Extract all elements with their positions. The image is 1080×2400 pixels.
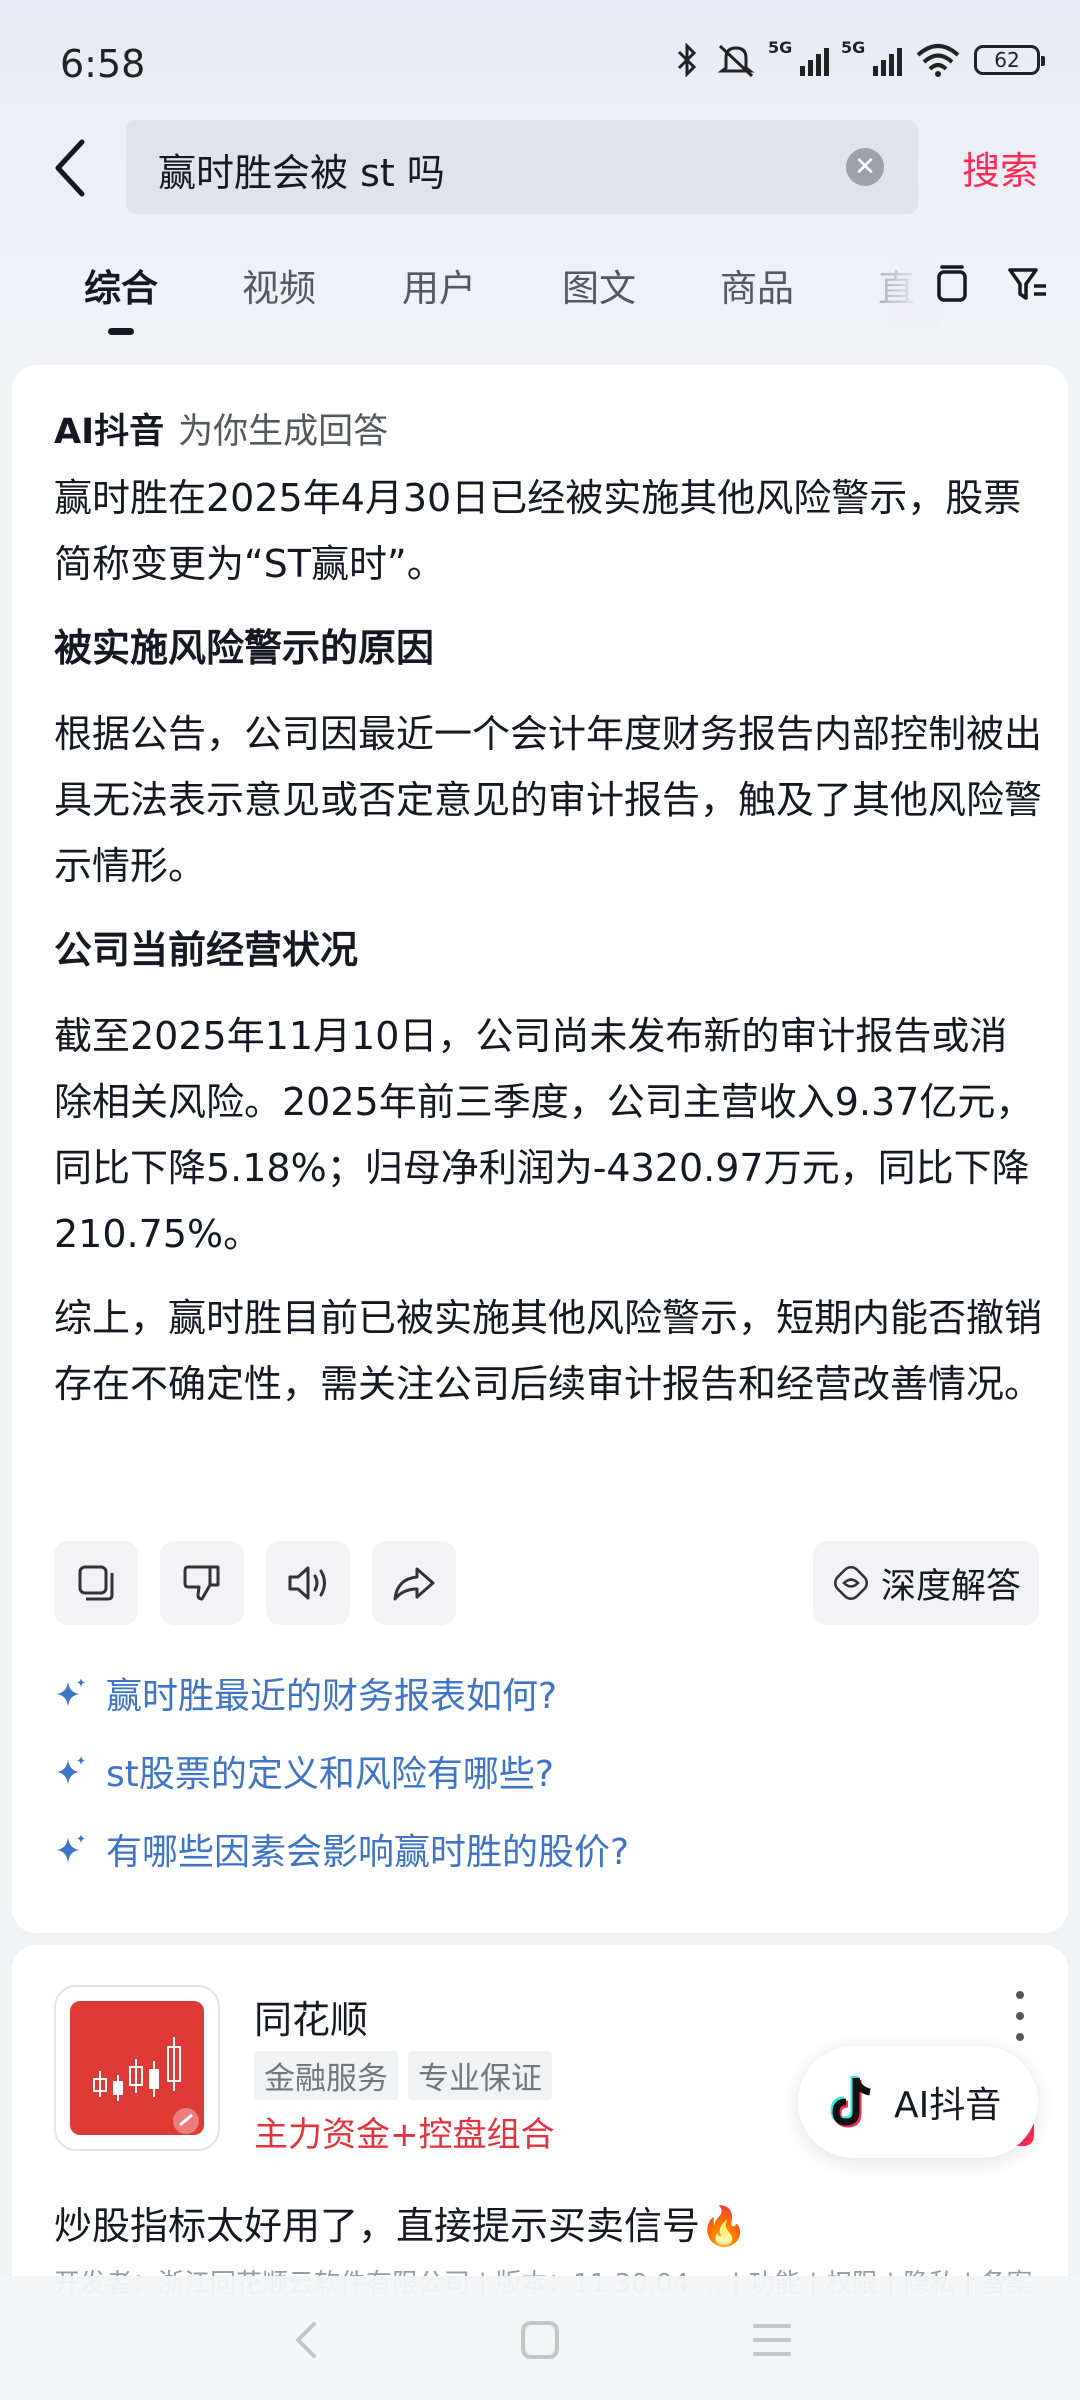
copy-button[interactable] bbox=[54, 1541, 138, 1625]
thumbs-down-icon bbox=[183, 1565, 220, 1601]
ai-answer-header: AI抖音 为你生成回答 bbox=[54, 403, 388, 454]
ai-float-label: AI抖音 bbox=[894, 2085, 1002, 2126]
section-text-status: 截至2025年11月10日，公司尚未发布新的审计报告或消除相关风险。2025年前… bbox=[54, 1014, 1034, 1256]
signal-5g-icon: 5G bbox=[768, 38, 829, 76]
system-nav-bar bbox=[0, 2276, 1080, 2400]
section-heading-reason: 被实施风险警示的原因 bbox=[54, 626, 435, 670]
section-text-reason: 根据公告，公司因最近一个会计年度财务报告内部控制被出具无法表示意见或否定意见的审… bbox=[54, 712, 1043, 888]
active-tab-indicator bbox=[108, 328, 134, 335]
app-description: 炒股指标太好用了，直接提示买卖信号🔥 bbox=[54, 2204, 748, 2248]
tab-products[interactable]: 商品 bbox=[720, 258, 794, 312]
sparkle-icon bbox=[56, 1678, 85, 1707]
tab-fade bbox=[860, 248, 940, 328]
answer-conclusion: 综上，赢时胜目前已被实施其他风险警示，短期内能否撤销存在不确定性，需关注公司后续… bbox=[54, 1296, 1043, 1406]
nav-back-icon[interactable] bbox=[290, 2320, 320, 2360]
status-bar: 6:58 5G 5G 62 bbox=[0, 0, 1080, 120]
read-aloud-button[interactable] bbox=[266, 1541, 350, 1625]
share-button[interactable] bbox=[372, 1541, 456, 1625]
tab-videos[interactable]: 视频 bbox=[242, 258, 316, 312]
speaker-icon bbox=[288, 1566, 326, 1600]
status-time: 6:58 bbox=[60, 42, 146, 86]
suggestion-item[interactable]: st股票的定义和风险有哪些? bbox=[54, 1745, 1034, 1797]
suggestion-text: st股票的定义和风险有哪些? bbox=[106, 1754, 554, 1795]
ai-answer-body: 赢时胜在2025年4月30日已经被实施其他风险警示，股票简称变更为“ST赢时”。… bbox=[54, 465, 1044, 1435]
signal-5g-icon-2: 5G bbox=[841, 38, 902, 76]
search-button[interactable]: 搜索 bbox=[962, 140, 1038, 195]
bluetooth-icon bbox=[677, 43, 697, 77]
search-tabs: 综合 视频 用户 图文 商品 直 bbox=[0, 248, 1080, 348]
ai-brand-label: AI抖音 bbox=[54, 412, 165, 452]
suggestion-item[interactable]: 有哪些因素会影响赢时胜的股价? bbox=[54, 1823, 1034, 1875]
more-options-icon[interactable] bbox=[1016, 1991, 1028, 2041]
app-tags: 金融服务 专业保证 bbox=[254, 2051, 552, 2100]
sparkle-icon bbox=[56, 1756, 85, 1785]
suggestion-text: 赢时胜最近的财务报表如何? bbox=[106, 1676, 558, 1717]
tab-users[interactable]: 用户 bbox=[402, 258, 476, 312]
back-arrow-icon[interactable] bbox=[48, 136, 92, 200]
answer-actions: 深度解答 bbox=[54, 1541, 1039, 1625]
layout-toggle-icon[interactable] bbox=[930, 262, 974, 306]
tab-image-text[interactable]: 图文 bbox=[562, 258, 636, 312]
douyin-logo-icon bbox=[830, 2076, 871, 2128]
tab-comprehensive[interactable]: 综合 bbox=[84, 258, 158, 312]
ai-answer-card: AI抖音 为你生成回答 赢时胜在2025年4月30日已经被实施其他风险警示，股票简… bbox=[12, 365, 1068, 1933]
candlestick-chart-icon bbox=[70, 2001, 204, 2135]
sparkle-icon bbox=[56, 1834, 85, 1863]
app-promo-text: 主力资金+控盘组合 bbox=[254, 2115, 555, 2155]
copy-icon bbox=[78, 1565, 114, 1601]
app-icon[interactable] bbox=[54, 1985, 220, 2151]
app-name: 同花顺 bbox=[254, 1998, 369, 2042]
nav-menu-icon[interactable] bbox=[752, 2320, 792, 2360]
battery-icon: 62 bbox=[974, 45, 1045, 75]
search-input[interactable]: 赢时胜会被 st 吗 ✕ bbox=[126, 120, 918, 214]
suggestion-text: 有哪些因素会影响赢时胜的股价? bbox=[106, 1832, 630, 1873]
clear-search-icon[interactable]: ✕ bbox=[846, 148, 884, 186]
ai-subtitle: 为你生成回答 bbox=[178, 412, 389, 452]
deep-answer-label: 深度解答 bbox=[880, 1566, 1021, 1607]
filter-icon[interactable] bbox=[1006, 262, 1050, 306]
deep-answer-button[interactable]: 深度解答 bbox=[812, 1541, 1039, 1625]
answer-intro: 赢时胜在2025年4月30日已经被实施其他风险警示，股票简称变更为“ST赢时”。 bbox=[54, 476, 1022, 586]
app-tag: 专业保证 bbox=[408, 2051, 552, 2100]
deep-answer-icon bbox=[833, 1565, 868, 1600]
ai-douyin-float-button[interactable]: AI抖音 bbox=[798, 2046, 1038, 2158]
wifi-icon bbox=[916, 44, 960, 77]
section-heading-status: 公司当前经营状况 bbox=[54, 928, 359, 972]
nav-home-icon[interactable] bbox=[520, 2320, 560, 2360]
app-tag: 金融服务 bbox=[254, 2051, 398, 2100]
search-query-text: 赢时胜会被 st 吗 bbox=[158, 151, 445, 195]
share-icon bbox=[393, 1567, 435, 1601]
mute-icon bbox=[717, 44, 755, 78]
dislike-button[interactable] bbox=[160, 1541, 244, 1625]
status-icons: 5G 5G 62 bbox=[672, 38, 1045, 78]
suggestion-item[interactable]: 赢时胜最近的财务报表如何? bbox=[54, 1667, 1034, 1719]
